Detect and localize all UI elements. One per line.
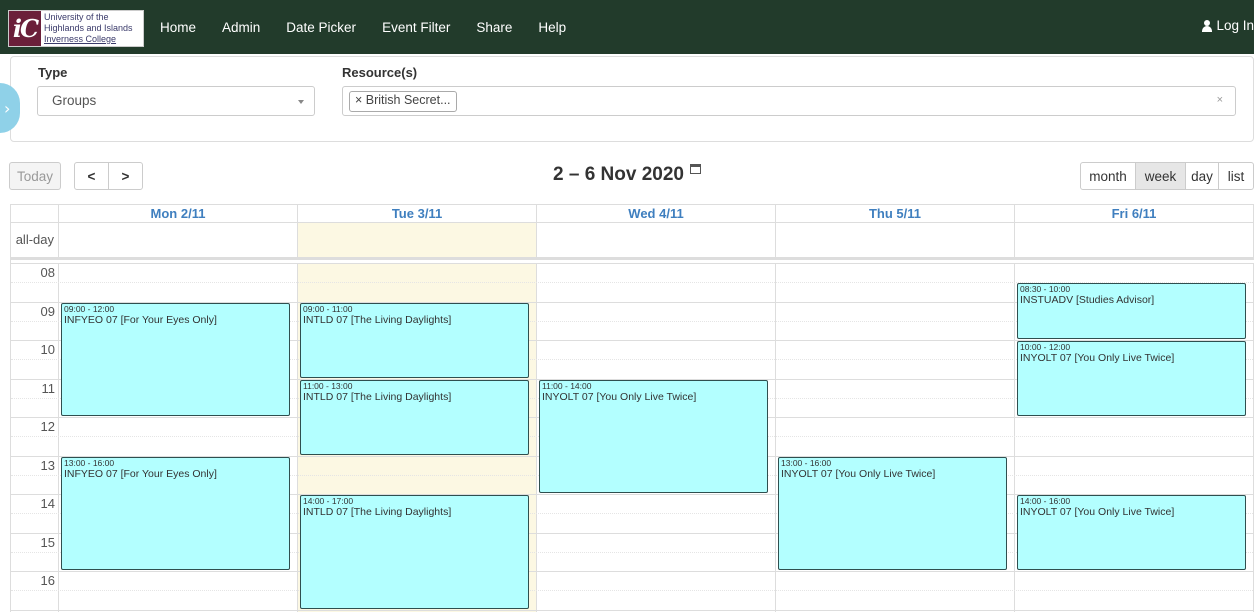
nav-event-filter[interactable]: Event Filter — [382, 20, 450, 35]
logo-text: University of the Highlands and Islands … — [41, 12, 133, 45]
event-title: INTLD 07 [The Living Daylights] — [303, 506, 452, 518]
all-day-cell[interactable] — [59, 223, 298, 257]
event-time: 11:00 - 13:00 — [303, 380, 353, 391]
all-day-label: all-day — [11, 223, 59, 257]
calendar-event[interactable]: 14:00 - 16:00 INYOLT 07 [You Only Live Tw… — [1017, 495, 1246, 570]
calendar-event[interactable]: 09:00 - 12:00 INFYEO 07 [For Your Eyes On… — [61, 302, 290, 416]
event-time: 08:30 - 10:00 — [1020, 284, 1071, 295]
event-time: 10:00 - 12:00 — [1020, 342, 1071, 352]
view-list-button[interactable]: list — [1218, 162, 1254, 190]
hour-label: 09 — [40, 303, 55, 319]
calendar-event[interactable]: 11:00 - 14:00 INYOLT 07 [You Only Live Tw… — [539, 379, 768, 493]
nav-links: Home Admin Date Picker Event Filter Shar… — [160, 0, 592, 54]
filter-panel: Type Groups Resource(s) × British Secret… — [10, 56, 1254, 142]
event-time: 13:00 - 16:00 — [781, 457, 832, 468]
nav-share[interactable]: Share — [476, 20, 512, 35]
calendar-event[interactable]: 11:00 - 13:00 INTLD 07 [The Living Daylig… — [300, 379, 529, 455]
nav-date-picker[interactable]: Date Picker — [286, 20, 356, 35]
view-month-button[interactable]: month — [1080, 162, 1136, 190]
calendar-event[interactable]: 09:00 - 11:00 INTLD 07 [The Living Daylig… — [300, 302, 529, 378]
event-title: INFYEO 07 [For Your Eyes Only] — [64, 467, 217, 480]
type-select[interactable]: Groups — [37, 86, 315, 116]
day-header[interactable]: Wed 4/11 — [537, 204, 776, 223]
event-title: INTLD 07 [The Living Daylights] — [303, 390, 452, 403]
calendar-event[interactable]: 13:00 - 16:00 INYOLT 07 [You Only Live Tw… — [778, 456, 1007, 570]
date-range: 2 – 6 Nov 2020 — [553, 164, 684, 185]
calendar-event[interactable]: 13:00 - 16:00 INFYEO 07 [For Your Eyes On… — [61, 456, 290, 570]
all-day-row: all-day — [11, 223, 1254, 260]
chevron-down-icon — [298, 100, 304, 104]
hour-label: 14 — [40, 496, 55, 511]
time-slots: 08 09 10 11 12 13 14 15 16 09:00 - 12:00 INFYEO 07… — [11, 263, 1254, 612]
event-title: INTLD 07 [The Living Daylights] — [303, 313, 452, 326]
calendar-icon[interactable] — [689, 164, 701, 174]
event-time: 11:00 - 14:00 — [542, 380, 592, 391]
calendar-event[interactable]: 14:00 - 17:00 INTLD 07 [The Living Daylig… — [300, 495, 529, 609]
logo-line-1: University of the — [44, 12, 109, 22]
hour-label: 11 — [41, 380, 56, 396]
event-time: 09:00 - 12:00 — [64, 303, 115, 314]
all-day-cell[interactable] — [776, 223, 1015, 257]
event-title: INFYEO 07 [For Your Eyes Only] — [64, 313, 217, 326]
view-week-button[interactable]: week — [1135, 162, 1186, 190]
type-label: Type — [38, 65, 68, 80]
event-title: INYOLT 07 [You Only Live Twice] — [1020, 352, 1175, 364]
resource-label: Resource(s) — [342, 65, 418, 80]
all-day-cell[interactable] — [1015, 223, 1254, 257]
event-time: 14:00 - 16:00 — [1020, 496, 1071, 506]
axis-header — [11, 204, 59, 223]
event-time: 09:00 - 11:00 — [303, 303, 353, 314]
hour-label: 12 — [40, 419, 55, 434]
nav-help[interactable]: Help — [538, 20, 566, 35]
event-title: INYOLT 07 [You Only Live Twice] — [542, 390, 697, 403]
calendar-title: 2 – 6 Nov 2020 — [0, 164, 1254, 186]
day-header[interactable]: Mon 2/11 — [59, 204, 298, 223]
time-slot-row — [11, 571, 1254, 590]
calendar-event[interactable]: 10:00 - 12:00 INYOLT 07 [You Only Live Tw… — [1017, 341, 1246, 416]
hour-label: 08 — [40, 265, 55, 280]
calendar-event[interactable]: 08:30 - 10:00 INSTUADV [Studies Advisor] — [1017, 283, 1246, 339]
event-time: 13:00 - 16:00 — [64, 457, 115, 468]
day-header[interactable]: Tue 3/11 — [298, 204, 537, 223]
logo-line-2: Highlands and Islands — [44, 23, 133, 33]
view-day-button[interactable]: day — [1185, 162, 1219, 190]
nav-admin[interactable]: Admin — [222, 20, 260, 35]
hour-label: 15 — [40, 534, 55, 550]
user-icon — [1202, 19, 1213, 32]
clear-icon[interactable]: × — [1217, 94, 1223, 106]
time-slot-row — [11, 263, 1254, 282]
event-title: INSTUADV [Studies Advisor] — [1020, 294, 1155, 307]
college-logo[interactable]: iC University of the Highlands and Islan… — [8, 10, 144, 47]
event-time: 14:00 - 17:00 — [303, 496, 354, 506]
event-title: INYOLT 07 [You Only Live Twice] — [1020, 506, 1175, 518]
top-navbar: iC University of the Highlands and Islan… — [0, 0, 1254, 54]
day-header[interactable]: Fri 6/11 — [1015, 204, 1254, 223]
all-day-cell[interactable] — [537, 223, 776, 257]
chevron-right-icon: › — [4, 98, 11, 118]
all-day-cell[interactable] — [298, 223, 537, 257]
day-header[interactable]: Thu 5/11 — [776, 204, 1015, 223]
resource-tag[interactable]: × British Secret... — [349, 91, 457, 112]
login-label: Log In — [1216, 18, 1254, 33]
hour-label: 13 — [40, 457, 55, 473]
time-slot-row — [11, 590, 1254, 609]
login-link[interactable]: Log In — [1202, 18, 1254, 33]
hour-label: 10 — [40, 342, 55, 357]
logo-line-3: Inverness College — [44, 34, 117, 44]
type-value: Groups — [52, 93, 97, 108]
logo-mark: iC — [9, 11, 41, 46]
event-title: INYOLT 07 [You Only Live Twice] — [781, 467, 936, 480]
nav-home[interactable]: Home — [160, 20, 196, 35]
hour-label: 16 — [40, 573, 55, 588]
resource-multiselect[interactable]: × British Secret... × — [342, 86, 1236, 116]
week-calendar: all-day 08 09 10 11 12 13 14 15 16 09:00 - 12:00 I… — [10, 204, 1254, 612]
